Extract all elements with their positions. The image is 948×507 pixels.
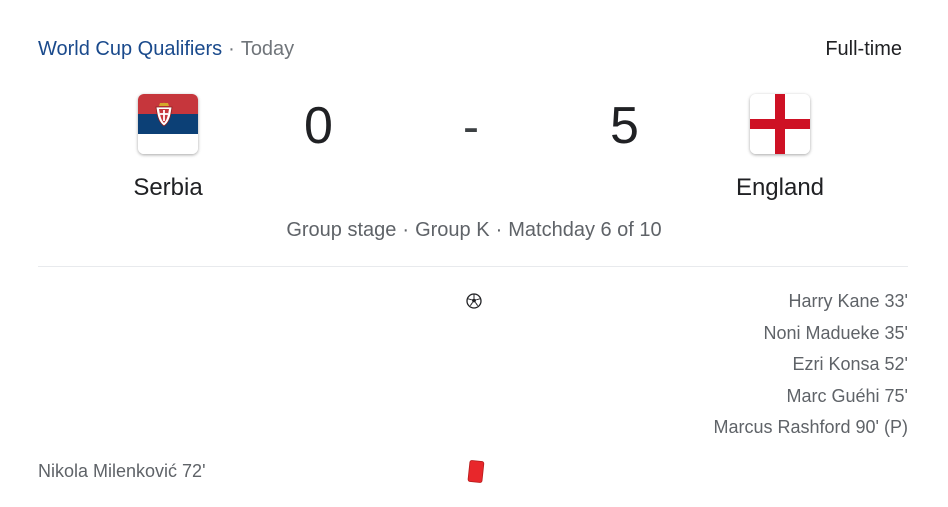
away-goal-scorers: Harry Kane 33' Noni Madueke 35' Ezri Kon… <box>713 290 908 448</box>
match-date: Today <box>240 38 295 60</box>
home-team-name: Serbia <box>133 174 203 201</box>
england-flag-icon <box>750 94 810 154</box>
goal-scorer: Noni Madueke 35' <box>763 322 908 343</box>
match-info: Group stage · Group K · Matchday 6 of 10 <box>0 219 948 242</box>
divider <box>38 266 908 267</box>
away-team[interactable]: England <box>690 94 870 202</box>
soccer-ball-icon <box>466 293 482 309</box>
match-header: World Cup Qualifiers · Today Full-time <box>38 38 902 66</box>
red-card-icon <box>466 459 485 483</box>
serbia-flag-icon <box>138 94 198 154</box>
match-status: Full-time <box>825 38 902 60</box>
goal-scorer: Marcus Rashford 90' (P) <box>713 417 908 437</box>
goal-scorer: Harry Kane 33' <box>788 291 909 311</box>
header-separator: · <box>228 38 235 60</box>
goal-scorer: Ezri Konsa 52' <box>792 354 909 374</box>
away-score: 5 <box>610 97 639 155</box>
match-group: Group K <box>415 219 490 241</box>
meta-separator: · <box>402 219 410 241</box>
matchday: Matchday 6 of 10 <box>508 219 662 241</box>
competition-line: World Cup Qualifiers · Today <box>38 38 294 61</box>
meta-separator: · <box>495 219 503 241</box>
red-card-player: Nikola Milenković 72' <box>38 461 206 481</box>
goal-scorer: Marc Guéhi 75' <box>786 385 909 406</box>
home-team[interactable]: Serbia <box>78 94 258 202</box>
match-stage: Group stage <box>286 219 397 241</box>
home-score: 0 <box>304 97 333 155</box>
away-team-name: England <box>735 174 825 201</box>
competition-link[interactable]: World Cup Qualifiers <box>38 38 222 60</box>
score-dash: - <box>463 101 479 154</box>
